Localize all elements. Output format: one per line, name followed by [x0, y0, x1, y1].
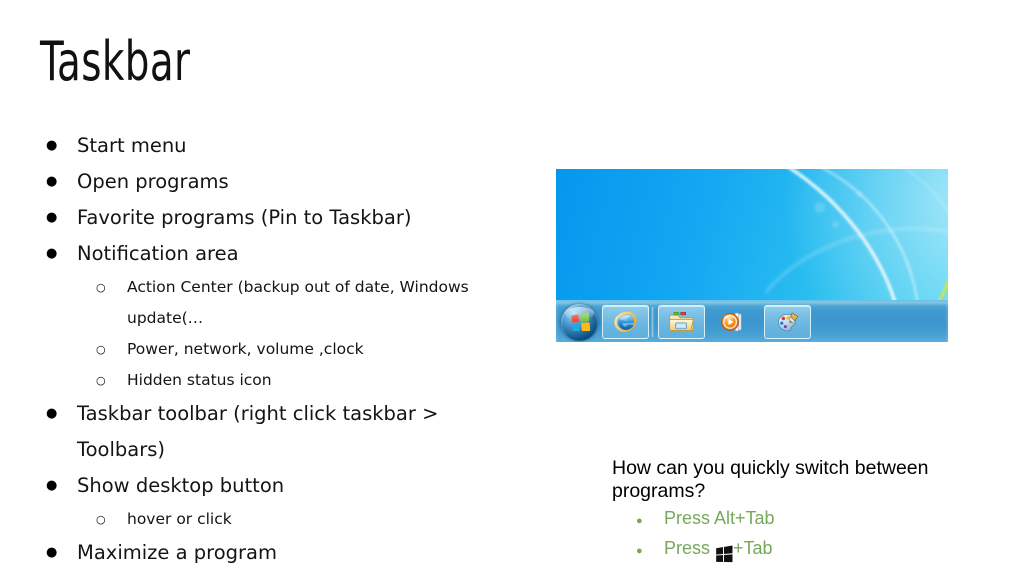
folder-icon [669, 311, 694, 331]
sub-list-item: Action Center (backup out of date, Windo… [46, 272, 476, 334]
taskbar-item-internet-explorer[interactable] [602, 305, 649, 339]
list-item: Open programs [46, 164, 476, 200]
windows-taskbar[interactable] [556, 300, 948, 342]
list-item-label: Show desktop button [77, 474, 285, 497]
taskbar-item-windows-explorer[interactable] [658, 305, 705, 339]
wallpaper-bokeh [814, 202, 825, 213]
list-item: Start menu [46, 128, 476, 164]
bullet-marker-hollow [96, 272, 127, 303]
list-item-label: Favorite programs (Pin to Taskbar) [77, 206, 412, 229]
answer-item: Press +Tab [612, 535, 962, 565]
bullet-marker-hollow [96, 365, 127, 396]
bullet-marker-solid [612, 538, 664, 565]
wallpaper-bokeh [832, 221, 839, 228]
sub-list-item-label: hover or click [127, 510, 232, 528]
bullet-marker-hollow [96, 504, 127, 535]
windows-logo-icon [570, 311, 590, 331]
bullet-marker-hollow [96, 334, 127, 365]
sub-list-item-label: Hidden status icon [127, 371, 272, 389]
answer-label-suffix: +Tab [733, 538, 773, 558]
list-item-label: Notification area [77, 242, 239, 265]
sub-list-item: Hidden status icon [46, 365, 476, 396]
bullet-marker-solid [46, 535, 77, 571]
taskbar-item-windows-media-player[interactable] [711, 306, 756, 338]
page-title: Taskbar [40, 30, 191, 93]
list-item-label: Taskbar toolbar (right click taskbar > T… [77, 402, 439, 461]
answer-label-prefix: Press [664, 538, 711, 558]
bullet-marker-solid [46, 236, 77, 272]
bullet-marker-solid [46, 200, 77, 236]
internet-explorer-icon [613, 311, 637, 333]
content-bullet-list: Start menu Open programs Favorite progra… [46, 128, 476, 571]
list-item-label: Maximize a program [77, 541, 277, 564]
list-item: Favorite programs (Pin to Taskbar) [46, 200, 476, 236]
windows-logo-icon [716, 545, 733, 563]
start-button[interactable] [561, 303, 598, 341]
question-text: How can you quickly switch between progr… [612, 457, 929, 502]
paint-palette-icon [778, 312, 799, 332]
answer-list: Press Alt+Tab Press +Tab [612, 505, 962, 565]
list-item: Taskbar toolbar (right click taskbar > T… [46, 396, 476, 468]
sub-list-item-label: Power, network, volume ,clock [127, 340, 364, 358]
list-item: Notification area [46, 236, 476, 272]
list-item: Maximize a program [46, 535, 476, 571]
windows-desktop-screenshot [556, 169, 948, 342]
bullet-marker-solid [46, 468, 77, 504]
bullet-marker-solid [612, 508, 664, 535]
question-answer-block: How can you quickly switch between progr… [612, 457, 962, 565]
taskbar-divider [651, 307, 654, 337]
bullet-marker-solid [46, 164, 77, 200]
sub-list-item: Power, network, volume ,clock [46, 334, 476, 365]
list-item: Show desktop button [46, 468, 476, 504]
answer-label: Press Alt+Tab [664, 508, 775, 528]
taskbar-item-paint[interactable] [764, 305, 811, 339]
media-player-icon [721, 312, 742, 332]
list-item-label: Open programs [77, 170, 229, 193]
answer-item: Press Alt+Tab [612, 505, 962, 535]
slide-canvas: Taskbar Start menu Open programs Favorit… [0, 0, 1024, 576]
bullet-marker-solid [46, 396, 77, 432]
bullet-marker-solid [46, 128, 77, 164]
sub-list-item-label: Action Center (backup out of date, Windo… [127, 278, 469, 327]
sub-list-item: hover or click [46, 504, 476, 535]
list-item-label: Start menu [77, 134, 187, 157]
wallpaper-bokeh [856, 191, 862, 197]
